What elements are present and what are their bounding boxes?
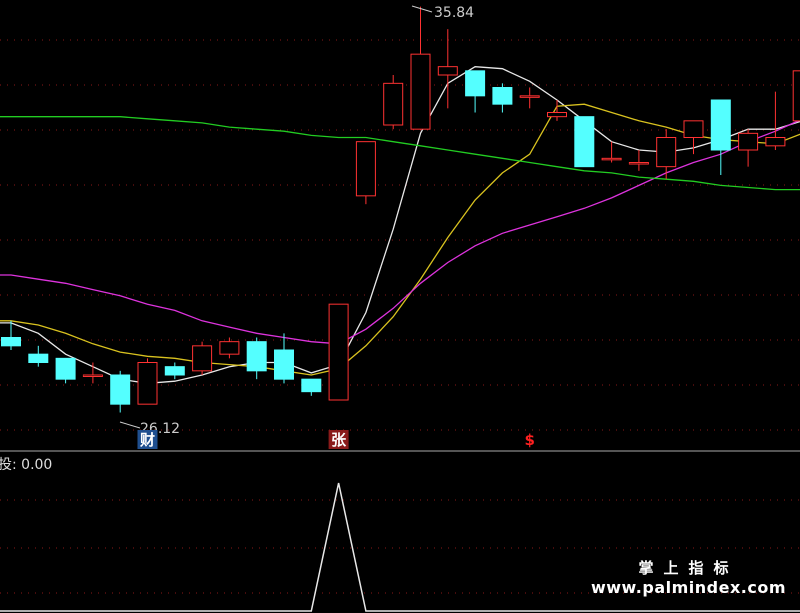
candle-body xyxy=(1,337,21,347)
candle xyxy=(274,333,294,384)
candle-body xyxy=(110,374,131,405)
candle xyxy=(137,358,158,405)
candle xyxy=(110,370,131,413)
candle-body xyxy=(164,366,185,376)
candle-body xyxy=(519,95,540,98)
candle-body xyxy=(301,378,322,393)
candle xyxy=(628,150,649,171)
signal-markers: 财 张 $ xyxy=(137,430,535,449)
signal-marker: 张 xyxy=(331,431,347,449)
candle-body xyxy=(492,87,513,105)
ma-line-4 xyxy=(0,116,800,191)
candle xyxy=(519,87,540,109)
signal-marker: $ xyxy=(524,431,534,449)
watermark: 掌上指标 www.palmindex.com xyxy=(591,557,786,597)
watermark-url: www.palmindex.com xyxy=(590,578,786,597)
candle xyxy=(164,362,185,380)
candle xyxy=(656,129,677,180)
candle-body xyxy=(274,349,294,380)
candle-body xyxy=(219,341,240,355)
candle xyxy=(192,341,213,375)
candle xyxy=(55,357,76,384)
candle-body xyxy=(792,70,800,122)
candle-body xyxy=(437,66,458,76)
stock-chart: 35.84 26.12 财张 $ 投: 0.00 xyxy=(0,5,800,612)
candle-body xyxy=(656,137,677,168)
candle-body xyxy=(465,70,486,97)
candle-body xyxy=(55,357,76,380)
candle-body xyxy=(628,162,649,165)
max-price-arrow xyxy=(411,5,433,13)
candle-body xyxy=(355,141,376,197)
candle xyxy=(574,116,595,168)
candle xyxy=(792,70,800,122)
watermark-cn: 掌上指标 xyxy=(638,559,739,577)
candle-body xyxy=(574,116,595,168)
candle xyxy=(492,83,513,113)
candle-body xyxy=(683,120,704,139)
candle-body xyxy=(738,132,759,151)
candle-body xyxy=(192,345,213,372)
candle xyxy=(28,345,49,367)
candle-body xyxy=(710,99,731,151)
candle-body xyxy=(410,53,431,130)
max-price-label: 35.84 xyxy=(434,5,474,21)
candle xyxy=(82,362,103,384)
candle-body xyxy=(246,341,267,372)
candle xyxy=(465,70,486,113)
candle-body xyxy=(28,353,49,363)
signal-marker: 财 xyxy=(140,431,155,449)
candle xyxy=(246,337,267,380)
candle-body xyxy=(383,82,404,126)
candle-body xyxy=(328,303,349,401)
candle xyxy=(383,75,404,130)
candle-body xyxy=(137,362,158,405)
candle xyxy=(765,91,786,150)
ma-line-3 xyxy=(0,118,800,345)
candle xyxy=(219,337,240,359)
candle xyxy=(601,141,622,163)
candle xyxy=(355,141,376,205)
candle-body xyxy=(765,137,786,147)
candle-body xyxy=(82,374,103,377)
candle xyxy=(710,99,731,175)
candle-body xyxy=(601,157,622,161)
candle xyxy=(301,378,322,396)
min-price-arrow xyxy=(119,421,141,429)
candle-body xyxy=(547,112,567,118)
indicator-label: 投: 0.00 xyxy=(0,457,52,473)
candle xyxy=(410,6,431,130)
candle xyxy=(738,129,759,167)
candle xyxy=(328,303,349,401)
